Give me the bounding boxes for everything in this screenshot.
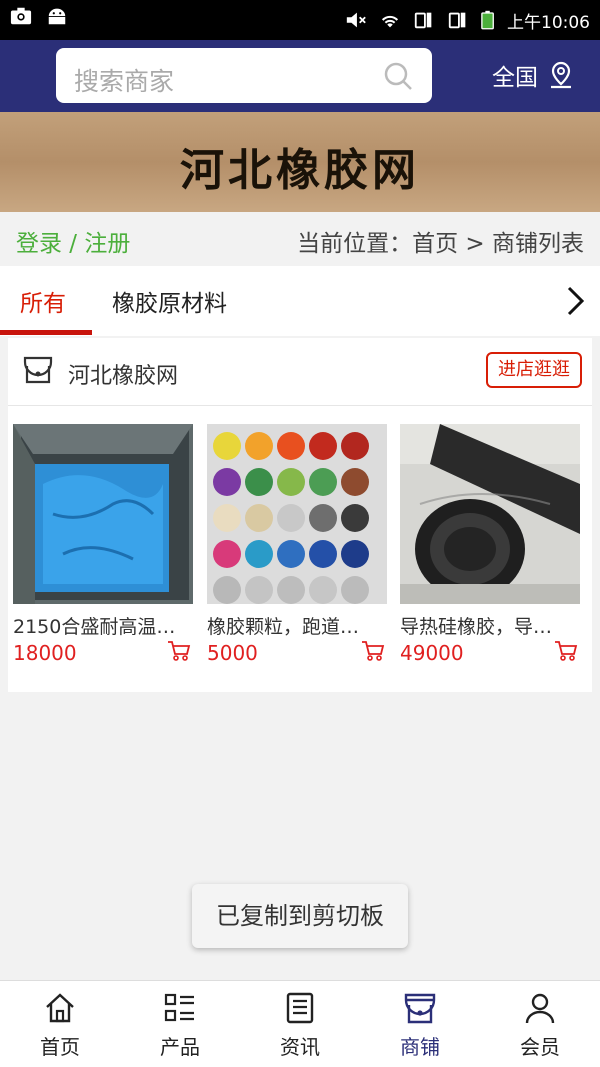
breadcrumb: 当前位置：首页 > 商铺列表 — [297, 231, 584, 257]
bottom-nav: 首页 产品 资讯 商铺 会员 — [0, 980, 600, 1067]
cart-icon[interactable] — [361, 640, 385, 662]
product-name: 导热硅橡胶，导… — [400, 616, 553, 638]
cart-icon[interactable] — [554, 640, 578, 662]
login-register-link[interactable]: 登录 / 注册 — [16, 224, 130, 258]
wifi-icon — [381, 15, 399, 28]
region-label: 全国 — [492, 65, 538, 91]
android-icon — [48, 8, 66, 25]
banner: 河北橡胶网 — [0, 112, 600, 212]
user-icon — [525, 993, 555, 1024]
product-card[interactable]: 橡胶颗粒，跑道… 5000 — [207, 424, 387, 665]
active-tab-indicator — [0, 330, 92, 335]
nav-shops[interactable]: 商铺 — [360, 991, 480, 1060]
product-card[interactable]: 导热硅橡胶，导… 49000 — [400, 424, 580, 665]
nav-products-label: 产品 — [160, 1035, 200, 1059]
signal-icon-2 — [448, 12, 466, 29]
product-card[interactable]: 2150合盛耐高温… 18000 — [13, 424, 193, 665]
nav-news-label: 资讯 — [280, 1035, 320, 1059]
signal-icon — [414, 12, 432, 29]
mute-icon — [346, 12, 366, 28]
status-bar: 上午10:06 — [0, 0, 600, 40]
nav-home-label: 首页 — [40, 1035, 80, 1059]
product-image-rubber-granules[interactable] — [207, 424, 387, 604]
news-icon — [286, 992, 314, 1024]
chevron-right-icon[interactable] — [564, 284, 586, 318]
product-image-silicone-roll[interactable] — [400, 424, 580, 604]
banner-title: 河北橡胶网 — [180, 145, 420, 196]
search-placeholder: 搜索商家 — [74, 67, 175, 96]
nav-member-label: 会员 — [520, 1035, 560, 1059]
nav-news[interactable]: 资讯 — [240, 991, 360, 1060]
shop-name: 河北橡胶网 — [68, 364, 179, 389]
search-input[interactable]: 搜索商家 — [56, 48, 432, 103]
status-time: 上午10:06 — [507, 12, 590, 33]
battery-icon — [481, 10, 494, 30]
location-bar: 登录 / 注册 当前位置：首页 > 商铺列表 — [0, 212, 600, 266]
location-pin-icon — [551, 61, 571, 89]
home-icon — [46, 993, 74, 1023]
region-selector[interactable]: 全国 — [492, 58, 576, 92]
top-header: 搜索商家 全国 — [0, 40, 600, 112]
shop-header[interactable]: 河北橡胶网 进店逛逛 — [8, 338, 592, 406]
tab-all[interactable]: 所有 — [20, 284, 66, 318]
tab-rubber-raw-materials[interactable]: 橡胶原材料 — [112, 284, 227, 318]
cart-icon[interactable] — [167, 640, 191, 662]
store-icon — [404, 993, 436, 1024]
grid-list-icon — [164, 993, 194, 1022]
shop-card: 河北橡胶网 进店逛逛 2150合盛耐高温… 18000 橡胶颗粒，跑道… 500… — [8, 338, 592, 692]
product-image-blue-rubber[interactable] — [13, 424, 193, 604]
nav-home[interactable]: 首页 — [0, 991, 120, 1060]
store-icon — [23, 356, 53, 384]
product-name: 橡胶颗粒，跑道… — [207, 616, 360, 638]
product-price: 5000 — [207, 641, 258, 665]
camera-icon — [10, 7, 32, 25]
enter-shop-button[interactable]: 进店逛逛 — [486, 352, 582, 388]
toast-message: 已复制到剪切板 — [192, 884, 408, 948]
category-tabs: 所有 橡胶原材料 — [0, 266, 600, 336]
nav-member[interactable]: 会员 — [480, 991, 600, 1060]
nav-products[interactable]: 产品 — [120, 991, 240, 1060]
nav-shops-label: 商铺 — [400, 1035, 440, 1059]
search-icon[interactable] — [382, 60, 414, 92]
product-price: 18000 — [13, 641, 77, 665]
product-name: 2150合盛耐高温… — [13, 616, 176, 638]
product-price: 49000 — [400, 641, 464, 665]
